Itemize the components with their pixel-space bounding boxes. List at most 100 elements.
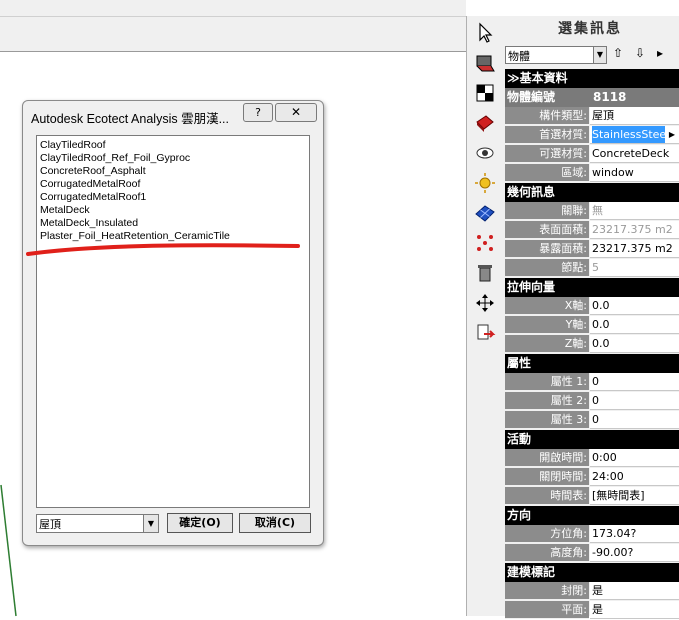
list-item[interactable]: CorrugatedMetalRoof — [37, 178, 309, 191]
property-row: 屬性 3: 0 — [505, 411, 679, 430]
property-value[interactable]: window — [590, 164, 679, 182]
toolbar-divider — [0, 51, 466, 52]
property-label: 構件類型: — [505, 107, 589, 125]
chevron-down-icon[interactable]: ▼ — [143, 515, 158, 532]
property-value[interactable]: 屋頂 — [590, 107, 679, 125]
property-value-text: 173.04? — [592, 527, 637, 540]
section-header[interactable]: 屬性 — [505, 354, 679, 373]
move-icon[interactable] — [474, 292, 496, 314]
property-value-text: 無 — [592, 204, 603, 217]
category-combo[interactable]: 屋頂 ▼ — [36, 514, 159, 533]
material-list[interactable]: ClayTiledRoof ClayTiledRoof_Ref_Foil_Gypr… — [36, 135, 310, 508]
property-value[interactable]: 0.0 — [590, 297, 679, 315]
property-label: 平面: — [505, 601, 589, 619]
property-value[interactable]: 無 — [590, 202, 679, 220]
property-row: 表面面積: 23217.375 m2 — [505, 221, 679, 240]
property-row: 時間表: [無時間表] — [505, 487, 679, 506]
object-type-select[interactable]: 物體 ▼ — [505, 46, 607, 64]
property-value-text: 屋頂 — [592, 109, 614, 122]
toolbar-divider — [0, 16, 466, 17]
property-label: 可選材質: — [505, 145, 589, 163]
section-header[interactable]: 幾何訊息 — [505, 183, 679, 202]
object-id-value: 8118 — [593, 90, 627, 104]
property-value-text: 23217.375 m2 — [592, 242, 673, 255]
property-value-text: 0 — [592, 394, 599, 407]
property-value-text: -90.00? — [592, 546, 634, 559]
property-label: 屬性 3: — [505, 411, 589, 429]
ok-button[interactable]: 確定(O) — [167, 513, 233, 533]
property-label: 屬性 2: — [505, 392, 589, 410]
section-header[interactable]: ≫基本資料 — [505, 69, 679, 88]
property-value[interactable]: 23217.375 m2 — [590, 221, 679, 239]
export-icon[interactable] — [474, 322, 496, 344]
property-value[interactable]: 173.04? — [590, 525, 679, 543]
property-value[interactable]: 0.0 — [590, 335, 679, 353]
property-value[interactable]: -90.00? — [590, 544, 679, 562]
property-label: 時間表: — [505, 487, 589, 505]
material-dialog: Autodesk Ecotect Analysis 雲朋漢... ? ✕ Cla… — [22, 100, 324, 546]
vertical-tool-palette — [466, 16, 503, 616]
eye-icon[interactable] — [474, 142, 496, 164]
pointer-icon[interactable] — [474, 22, 496, 44]
list-item[interactable]: MetalDeck — [37, 204, 309, 217]
dialog-title: Autodesk Ecotect Analysis 雲朋漢... — [31, 112, 229, 126]
property-value-text: 0.0 — [592, 318, 610, 331]
property-value[interactable]: StainlessSteel ▶ — [590, 126, 679, 144]
property-label: 暴露面積: — [505, 240, 589, 258]
trash-icon[interactable] — [474, 262, 496, 284]
arrow-down-icon[interactable]: ⇩ — [635, 46, 645, 60]
property-value-text: ConcreteDeck — [592, 147, 670, 160]
property-value-text: 23217.375 m2 — [592, 223, 673, 236]
property-value-text: 是 — [592, 603, 603, 616]
property-label: 首選材質: — [505, 126, 589, 144]
property-value[interactable]: 0 — [590, 373, 679, 391]
property-value-text: 24:00 — [592, 470, 624, 483]
surface-icon[interactable] — [474, 52, 496, 74]
property-value[interactable]: [無時間表] — [590, 487, 679, 505]
section-header[interactable]: 拉伸向量 — [505, 278, 679, 297]
property-label: 節點: — [505, 259, 589, 277]
property-row: 封閉: 是 — [505, 582, 679, 601]
arrow-right-icon[interactable]: ▸ — [657, 46, 663, 60]
property-value[interactable]: 5 — [590, 259, 679, 277]
section-header[interactable]: 建模標記 — [505, 563, 679, 582]
section-header[interactable]: 活動 — [505, 430, 679, 449]
property-row: 屬性 1: 0 — [505, 373, 679, 392]
property-row: 節點: 5 — [505, 259, 679, 278]
nodes-icon[interactable] — [474, 232, 496, 254]
property-value[interactable]: 23217.375 m2 — [590, 240, 679, 258]
property-value-text: 是 — [592, 584, 603, 597]
material-icon[interactable] — [474, 112, 496, 134]
list-item[interactable]: ConcreteRoof_Asphalt — [37, 165, 309, 178]
property-value-text: 0 — [592, 375, 599, 388]
property-value[interactable]: ConcreteDeck — [590, 145, 679, 163]
property-value[interactable]: 0.0 — [590, 316, 679, 334]
list-item[interactable]: MetalDeck_Insulated — [37, 217, 309, 230]
property-value[interactable]: 0:00 — [590, 449, 679, 467]
red-annotation-stroke — [26, 243, 300, 256]
arrow-up-icon[interactable]: ⇧ — [613, 46, 623, 60]
property-label: 高度角: — [505, 544, 589, 562]
help-button[interactable]: ? — [243, 103, 273, 122]
cancel-button[interactable]: 取消(C) — [239, 513, 311, 533]
list-item[interactable]: ClayTiledRoof_Ref_Foil_Gyproc — [37, 152, 309, 165]
section-header[interactable]: 方向 — [505, 506, 679, 525]
close-button[interactable]: ✕ — [275, 103, 317, 122]
property-value-text: 0.0 — [592, 299, 610, 312]
checker-icon[interactable] — [474, 82, 496, 104]
property-row: 開啟時間: 0:00 — [505, 449, 679, 468]
sun-icon[interactable] — [474, 172, 496, 194]
chevron-right-icon[interactable]: ▶ — [665, 126, 679, 143]
property-value[interactable]: 0 — [590, 392, 679, 410]
property-value[interactable]: 24:00 — [590, 468, 679, 486]
chevron-down-icon[interactable]: ▼ — [593, 47, 606, 63]
property-label: 開啟時間: — [505, 449, 589, 467]
list-item[interactable]: CorrugatedMetalRoof1 — [37, 191, 309, 204]
property-value[interactable]: 是 — [590, 582, 679, 600]
grid-icon[interactable] — [474, 202, 496, 224]
property-value-text: window — [592, 166, 634, 179]
list-item[interactable]: ClayTiledRoof — [37, 139, 309, 152]
property-value[interactable]: 0 — [590, 411, 679, 429]
property-row: 構件類型: 屋頂 — [505, 107, 679, 126]
property-value[interactable]: 是 — [590, 601, 679, 619]
